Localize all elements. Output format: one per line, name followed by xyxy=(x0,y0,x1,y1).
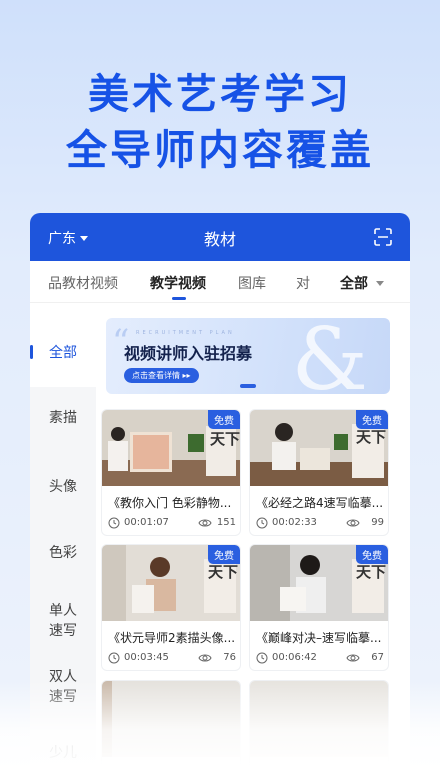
sidebar-item-all[interactable]: 全部 xyxy=(30,303,96,387)
recruit-banner[interactable]: “ RECRUITMENT PLAN 视频讲师入驻招募 点击查看详情 ▸▸ & xyxy=(106,318,390,394)
video-duration: 00:03:45 xyxy=(124,652,169,663)
sidebar-active-indicator xyxy=(30,345,33,359)
svg-text:天下: 天下 xyxy=(210,430,240,448)
sidebar-item-color[interactable]: 色彩 xyxy=(30,543,96,563)
eye-icon xyxy=(346,654,360,662)
banner-cta-button[interactable]: 点击查看详情 ▸▸ xyxy=(124,368,199,383)
video-card[interactable]: 天下 免费 《必经之路4速写临摹... 00:02:33 99 xyxy=(250,410,388,535)
sidebar-item-portrait[interactable]: 头像 xyxy=(30,477,96,497)
video-thumbnail: 天下 免费 xyxy=(102,410,240,486)
clock-icon xyxy=(256,517,268,529)
tab-teaching-video[interactable]: 教学视频 xyxy=(150,273,206,293)
banner-subtitle: RECRUITMENT PLAN xyxy=(136,330,235,336)
sidebar-item-single-figure[interactable]: 单人 速写 xyxy=(30,601,96,641)
svg-text:天下: 天下 xyxy=(208,563,238,581)
free-badge: 免费 xyxy=(208,410,240,429)
video-title: 《必经之路4速写临摹... xyxy=(256,496,384,510)
video-title: 《教你入门 色彩静物... xyxy=(108,496,232,510)
chevron-down-icon xyxy=(376,280,384,286)
bottom-fade-overlay xyxy=(0,680,440,770)
page-title: 教材 xyxy=(203,230,236,249)
filter-all-dropdown[interactable]: 全部 xyxy=(326,261,410,301)
video-thumbnail: 天下 免费 xyxy=(250,545,388,621)
free-badge: 免费 xyxy=(356,410,388,429)
view-count: 67 xyxy=(371,652,384,663)
filter-all-label: 全部 xyxy=(340,276,368,292)
video-card[interactable]: 天下 免费 《状元导师2素描头像... 00:03:45 76 xyxy=(102,545,240,670)
tab-textbook-video[interactable]: 品教材视频 xyxy=(48,273,118,293)
category-tabs: 品教材视频 教学视频 图库 对 全部 xyxy=(30,261,410,303)
free-badge: 免费 xyxy=(208,545,240,564)
video-title: 《状元导师2素描头像... xyxy=(108,631,236,645)
scan-icon[interactable] xyxy=(374,228,392,246)
video-thumbnail: 天下 免费 xyxy=(250,410,388,486)
banner-pager xyxy=(240,384,256,388)
tab-gallery[interactable]: 图库 xyxy=(238,273,266,293)
banner-headline: 视频讲师入驻招募 xyxy=(124,344,253,363)
clock-icon xyxy=(108,517,120,529)
sidebar-item-label: 全部 xyxy=(49,345,77,361)
eye-icon xyxy=(198,519,212,527)
clock-icon xyxy=(108,652,120,664)
view-count: 151 xyxy=(216,517,236,528)
view-count: 76 xyxy=(223,652,236,663)
eye-icon xyxy=(198,654,212,662)
view-count: 99 xyxy=(371,517,384,528)
clock-icon xyxy=(256,652,268,664)
hero-title-line2: 全导师内容覆盖 xyxy=(66,126,374,174)
video-duration: 00:06:42 xyxy=(272,652,317,663)
video-card[interactable]: 天下 免费 《教你入门 色彩静物... 00:01:07 151 xyxy=(102,410,240,535)
eye-icon xyxy=(346,519,360,527)
video-duration: 00:01:07 xyxy=(124,517,169,528)
hero-title-line1: 美术艺考学习 xyxy=(88,70,352,118)
video-duration: 00:02:33 xyxy=(272,517,317,528)
svg-text:天下: 天下 xyxy=(356,428,386,446)
tab-partial[interactable]: 对 xyxy=(296,273,310,293)
active-tab-indicator xyxy=(172,297,186,300)
video-thumbnail: 天下 免费 xyxy=(102,545,240,621)
banner-ampersand: & xyxy=(291,318,368,394)
svg-text:天下: 天下 xyxy=(356,563,386,581)
free-badge: 免费 xyxy=(356,545,388,564)
video-card[interactable]: 天下 免费 《巅峰对决–速写临摹... 00:06:42 67 xyxy=(250,545,388,670)
video-title: 《巅峰对决–速写临摹... xyxy=(256,631,382,645)
sidebar-item-sketch[interactable]: 素描 xyxy=(30,408,96,428)
top-bar: 广东 教材 xyxy=(30,213,410,261)
